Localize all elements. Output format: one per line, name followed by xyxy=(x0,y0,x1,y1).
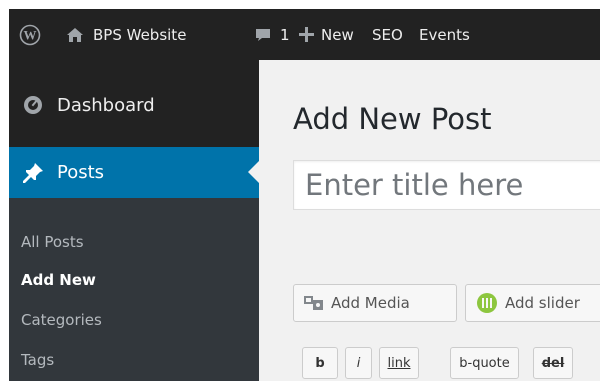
menu-posts[interactable]: Posts xyxy=(9,147,259,198)
new-label: New xyxy=(321,25,354,44)
slider-icon xyxy=(476,292,498,314)
main-content: Add New Post Enter title here Add Media xyxy=(259,60,600,381)
quicktag-bold-button[interactable]: b xyxy=(302,347,338,379)
admin-sidebar: Dashboard Posts All Posts Add New Catego… xyxy=(9,60,259,381)
plus-icon xyxy=(299,27,314,42)
wordpress-logo-icon: W xyxy=(19,24,41,46)
wp-admin-window: W BPS Website 1 New SEO Events Dashboard… xyxy=(9,9,600,381)
site-name-label: BPS Website xyxy=(93,25,187,44)
submenu-all-posts[interactable]: All Posts xyxy=(21,233,84,251)
menu-dashboard[interactable]: Dashboard xyxy=(9,80,259,130)
media-icon xyxy=(304,294,324,312)
submenu-categories[interactable]: Categories xyxy=(21,311,102,329)
seo-link[interactable]: SEO xyxy=(372,9,403,60)
current-menu-arrow xyxy=(248,161,259,183)
admin-bar: W BPS Website 1 New SEO Events xyxy=(9,9,600,60)
comment-bubble-icon xyxy=(255,27,271,43)
quicktag-bquote-button[interactable]: b-quote xyxy=(450,347,519,379)
home-icon xyxy=(66,26,84,44)
events-link[interactable]: Events xyxy=(419,9,470,60)
add-media-label: Add Media xyxy=(331,294,410,312)
wordpress-logo-button[interactable]: W xyxy=(19,9,41,60)
post-title-input[interactable]: Enter title here xyxy=(293,160,600,210)
pushpin-icon xyxy=(22,162,44,184)
quicktag-del-button[interactable]: del xyxy=(533,347,573,379)
site-name-link[interactable]: BPS Website xyxy=(66,9,186,60)
add-slider-label: Add slider xyxy=(505,294,580,312)
comments-count: 1 xyxy=(280,25,290,44)
dashboard-gauge-icon xyxy=(22,94,44,116)
posts-submenu: All Posts Add New Categories Tags xyxy=(9,198,259,381)
quicktag-link-button[interactable]: link xyxy=(379,347,419,379)
svg-text:W: W xyxy=(24,27,37,42)
dashboard-label: Dashboard xyxy=(57,94,155,116)
events-label: Events xyxy=(419,25,470,44)
seo-label: SEO xyxy=(372,25,403,44)
new-content-link[interactable]: New xyxy=(299,9,354,60)
add-slider-button[interactable]: Add slider xyxy=(465,284,600,322)
submenu-add-new[interactable]: Add New xyxy=(21,271,96,289)
posts-label: Posts xyxy=(57,162,105,183)
quicktag-italic-button[interactable]: i xyxy=(345,347,372,379)
add-media-button[interactable]: Add Media xyxy=(293,284,457,322)
comments-link[interactable]: 1 xyxy=(255,9,290,60)
submenu-tags[interactable]: Tags xyxy=(21,351,54,369)
page-title: Add New Post xyxy=(293,102,492,136)
edge-mark xyxy=(0,85,9,91)
